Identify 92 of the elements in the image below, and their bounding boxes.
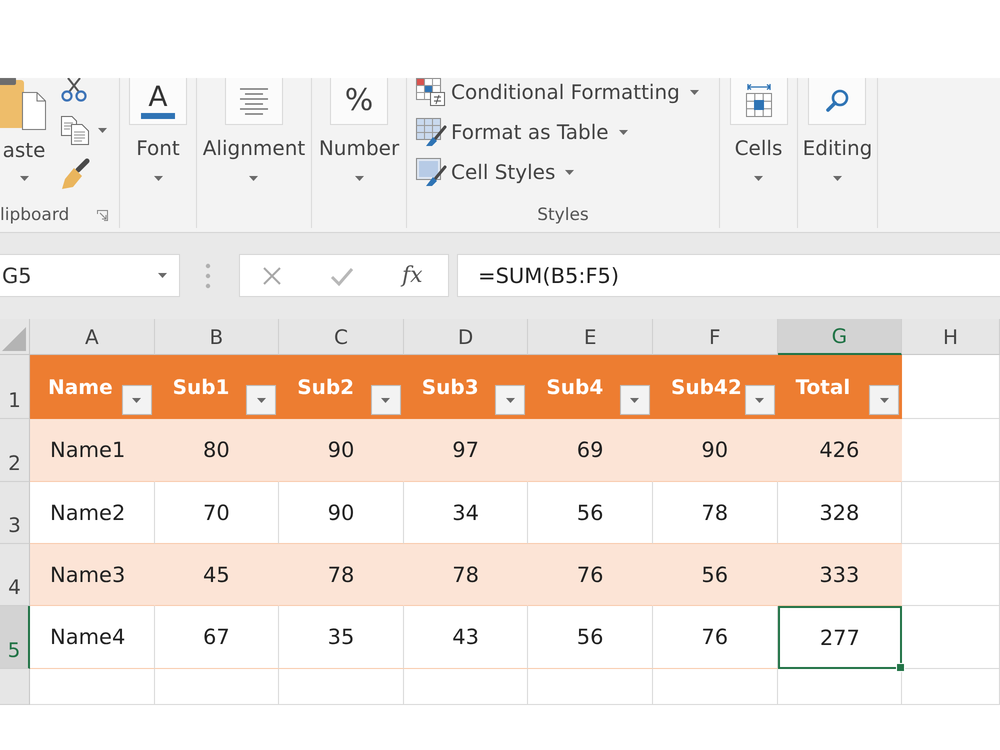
row-header[interactable]: 5 [0,606,30,669]
column-title: Name [48,375,113,399]
scissors-icon[interactable] [60,78,88,102]
percent-icon: % [330,78,388,125]
caret-icon [754,176,763,181]
table-cell: 76 [652,606,778,669]
cells-button[interactable]: Cells [726,78,790,181]
table-cell: Name1 [30,419,155,482]
caret-icon [249,176,258,181]
caret-icon [506,398,515,402]
editing-button[interactable]: Editing [800,78,876,181]
fill-handle[interactable] [896,663,906,672]
table-cell: 426 [778,419,902,482]
number-button[interactable]: % Number [316,78,402,181]
caret-icon [354,176,364,181]
table-cell: 90 [279,419,404,482]
column-title: Sub3 [422,375,479,399]
group-label: lipboard [0,204,70,226]
name-box[interactable]: G5 [0,254,180,297]
row-header[interactable]: 3 [0,482,30,544]
caret-icon [158,273,167,278]
table-cell: 78 [404,544,528,606]
filter-button[interactable] [370,385,401,415]
caret-icon [755,398,764,402]
table-cell: 45 [154,544,280,606]
insert-function-button[interactable]: fx [402,263,423,288]
conditional-formatting-button[interactable]: Conditional Formatting [415,78,699,106]
column-title: Sub4 [546,375,604,399]
column-title: Sub1 [172,375,230,399]
table-cell: 97 [404,419,528,482]
table-cell: 56 [652,544,778,606]
caret-icon [832,176,842,181]
dialog-launcher-icon[interactable] [97,210,108,220]
cell-brush-icon [415,157,447,187]
column-header[interactable]: C [279,319,404,355]
column-header[interactable]: F [652,319,778,355]
column-header[interactable]: G [778,319,902,355]
table-brush-icon [415,117,447,147]
copy-icon[interactable] [60,115,90,145]
table-cell: 76 [528,544,653,606]
font-color-icon: A [129,78,187,125]
table-cell: 43 [404,606,528,669]
table-cell: 333 [778,544,902,606]
alignment-button[interactable]: Alignment [200,78,308,181]
caret-icon [256,398,266,402]
filter-button[interactable] [620,385,650,415]
table-cell: 277 [778,606,902,669]
column-header[interactable]: A [30,319,155,355]
table-cell: 67 [154,606,280,669]
caret-icon [132,398,142,402]
table-cell: 80 [154,419,280,482]
table-cell: 90 [652,419,778,482]
caret-icon [618,130,628,134]
font-button[interactable]: A Font [126,78,190,181]
caret-icon [381,398,390,402]
group-label: Styles [537,204,589,226]
filter-button[interactable] [495,385,526,415]
row-header[interactable]: 2 [0,419,30,482]
table-cell: Name3 [30,544,155,606]
column-title: Total [796,375,850,399]
paste-button[interactable]: aste [0,78,48,181]
caret-icon [630,398,640,402]
caret-icon [690,90,699,94]
column-title: Sub2 [297,375,354,399]
column-title: Sub42 [670,375,742,399]
filter-button[interactable] [122,385,152,415]
grip-icon [205,263,211,289]
row-header[interactable]: 4 [0,544,30,606]
filter-button[interactable] [744,385,775,415]
cell-styles-button[interactable]: Cell Styles [415,158,574,186]
row-header[interactable]: 1 [0,355,30,419]
column-header[interactable]: H [902,319,1000,355]
brush-icon[interactable] [60,158,90,190]
caret-icon [880,398,889,402]
format-table-button[interactable]: Format as Table [415,118,628,146]
check-icon[interactable] [330,266,354,286]
table-cell: 69 [528,419,653,482]
column-header[interactable]: B [154,319,280,355]
table-cell: 35 [279,606,404,669]
caret-icon [154,176,162,181]
formula-field[interactable]: =SUM(B5:F5) [457,254,1000,297]
caret-icon [98,128,107,132]
caret-icon [20,176,28,181]
caret-icon [565,170,574,174]
triangle-icon [2,327,26,351]
table-cell: Name4 [30,606,155,669]
table-cell: 56 [528,606,653,669]
filter-button[interactable] [869,385,900,415]
column-header[interactable]: D [404,319,528,355]
column-header[interactable]: E [528,319,653,355]
filter-button[interactable] [246,385,276,415]
table-cell: 78 [279,544,404,606]
